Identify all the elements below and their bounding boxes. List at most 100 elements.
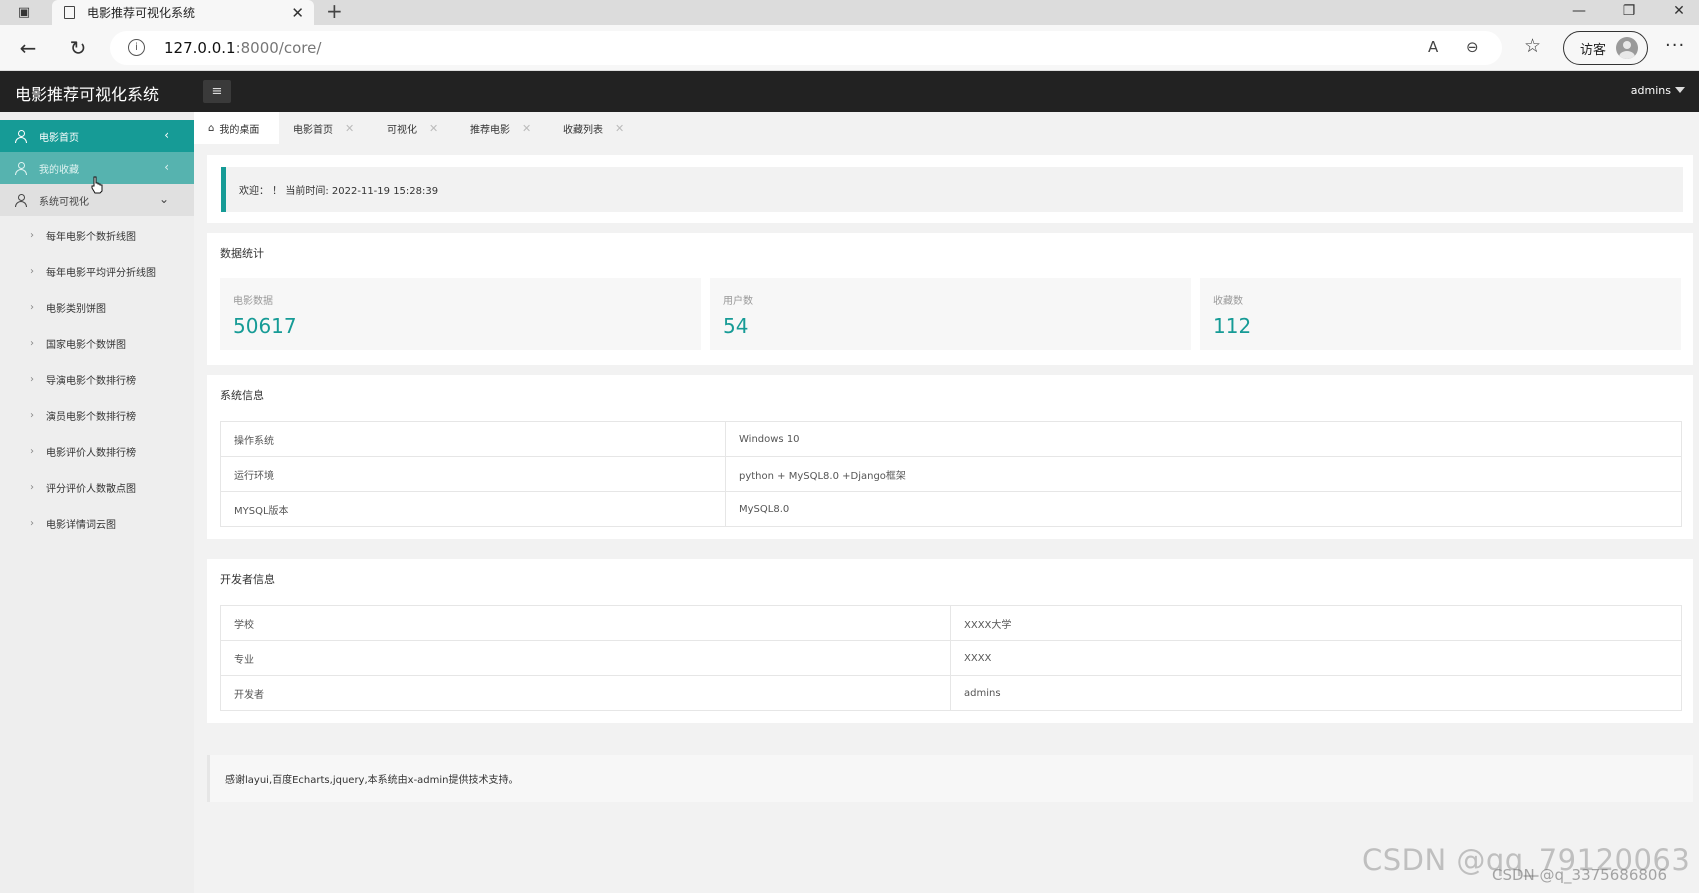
sidebar-subitem-label: 电影类别饼图	[46, 303, 106, 315]
close-window-button[interactable]: ✕	[1656, 0, 1699, 25]
stats-title: 数据统计	[220, 247, 264, 260]
browser-tab-bar: ▣ 电影推荐可视化系统 ✕ + — ❐ ✕	[0, 0, 1699, 25]
new-tab-button[interactable]: +	[326, 0, 343, 25]
sidebar-item-movie-home[interactable]: 电影首页 ‹	[0, 120, 194, 152]
close-icon[interactable]: ✕	[522, 122, 531, 135]
sidebar-subitem[interactable]: › 电影类别饼图	[0, 289, 194, 325]
user-name: admins	[1630, 84, 1671, 97]
sidebar-subitem-label: 电影详情词云图	[46, 519, 116, 531]
read-aloud-icon[interactable]: A	[1428, 38, 1438, 56]
content-tab-bar: ⌂ 我的桌面 电影首页 ✕ 可视化 ✕ 推荐电影 ✕ 收藏列表 ✕	[194, 112, 1699, 144]
system-info-card: 系统信息 操作系统 Windows 10 运行环境 python + MySQL…	[207, 375, 1693, 539]
table-row: 开发者 admins	[220, 675, 1682, 711]
profile-label: 访客	[1580, 42, 1607, 58]
more-options-icon[interactable]: ···	[1665, 35, 1685, 56]
user-icon	[15, 194, 27, 207]
table-cell-value: XXXX	[950, 640, 1682, 676]
sidebar-subitem-label: 每年电影个数折线图	[46, 231, 136, 243]
stat-movies[interactable]: 电影数据 50617	[220, 278, 701, 350]
hand-cursor-icon	[91, 176, 103, 194]
menu-toggle-icon[interactable]: ≡	[203, 80, 231, 103]
tab-favorites-list[interactable]: 收藏列表 ✕	[549, 112, 638, 144]
table-cell-key: 学校	[220, 605, 951, 641]
tab-my-desktop[interactable]: ⌂ 我的桌面	[194, 112, 279, 144]
tab-label: 电影首页	[293, 124, 333, 136]
tab-label: 推荐电影	[470, 124, 510, 136]
sidebar-item-label: 我的收藏	[39, 164, 79, 176]
system-info-table: 操作系统 Windows 10 运行环境 python + MySQL8.0 +…	[220, 421, 1682, 527]
browser-sidebar-icon[interactable]: ▣	[14, 3, 34, 21]
browser-tab[interactable]: 电影推荐可视化系统 ✕	[52, 0, 314, 25]
app-logo[interactable]: 电影推荐可视化系统	[15, 81, 159, 105]
avatar-icon	[1616, 37, 1639, 59]
chevron-right-icon: ›	[30, 409, 34, 421]
chevron-right-icon: ›	[30, 229, 34, 241]
stat-value: 54	[723, 314, 749, 338]
sidebar-subitem[interactable]: › 每年电影个数折线图	[0, 217, 194, 253]
tab-movie-home[interactable]: 电影首页 ✕	[279, 112, 368, 144]
sidebar-subitem-label: 每年电影平均评分折线图	[46, 267, 156, 279]
table-row: 操作系统 Windows 10	[220, 421, 1682, 457]
url-field[interactable]: i 127.0.0.1:8000/core/ A ⊖	[110, 31, 1502, 65]
stat-label: 用户数	[723, 296, 753, 307]
back-arrow-icon[interactable]: ←	[14, 34, 42, 62]
profile-button[interactable]: 访客	[1563, 31, 1648, 65]
close-icon[interactable]: ✕	[615, 122, 624, 135]
chevron-right-icon: ›	[30, 337, 34, 349]
table-cell-key: 专业	[220, 640, 951, 676]
minimize-button[interactable]: —	[1556, 0, 1602, 25]
document-icon	[64, 6, 75, 19]
stat-label: 收藏数	[1213, 296, 1243, 307]
tab-label: 可视化	[387, 124, 417, 136]
sidebar-subitem[interactable]: › 国家电影个数饼图	[0, 325, 194, 361]
tab-recommended[interactable]: 推荐电影 ✕	[456, 112, 545, 144]
table-cell-key: 开发者	[220, 675, 951, 711]
welcome-message: 欢迎： ！ 当前时间: 2022-11-19 15:28:39	[221, 167, 1683, 212]
restore-button[interactable]: ❐	[1606, 0, 1652, 25]
refresh-icon[interactable]: ↻	[64, 34, 92, 62]
table-cell-value: python + MySQL8.0 +Django框架	[725, 456, 1682, 492]
close-icon[interactable]: ✕	[345, 122, 354, 135]
sidebar-subitem-label: 国家电影个数饼图	[46, 339, 126, 351]
stat-value: 50617	[233, 314, 297, 338]
sidebar-subitem[interactable]: › 每年电影平均评分折线图	[0, 253, 194, 289]
stat-favorites[interactable]: 收藏数 112	[1200, 278, 1681, 350]
zoom-icon[interactable]: ⊖	[1466, 38, 1479, 56]
address-bar: ← ↻ i 127.0.0.1:8000/core/ A ⊖ ☆ 访客 ···	[0, 25, 1699, 71]
tab-visualization[interactable]: 可视化 ✕	[373, 112, 452, 144]
stat-users[interactable]: 用户数 54	[710, 278, 1191, 350]
developer-info-title: 开发者信息	[220, 573, 275, 586]
sidebar-subitem[interactable]: › 电影详情词云图	[0, 505, 194, 541]
site-info-icon[interactable]: i	[128, 39, 145, 56]
developer-info-card: 开发者信息 学校 XXXX大学 专业 XXXX 开发者 admins	[207, 559, 1693, 723]
table-row: 专业 XXXX	[220, 640, 1682, 676]
sidebar-subitem[interactable]: › 电影评价人数排行榜	[0, 433, 194, 469]
sidebar-subitem[interactable]: › 演员电影个数排行榜	[0, 397, 194, 433]
home-icon: ⌂	[208, 122, 215, 134]
close-icon[interactable]: ✕	[429, 122, 438, 135]
user-icon	[15, 162, 27, 175]
table-cell-value: admins	[950, 675, 1682, 711]
url-text: 127.0.0.1:8000/core/	[164, 39, 322, 57]
close-tab-icon[interactable]: ✕	[291, 4, 304, 22]
table-cell-value: XXXX大学	[950, 605, 1682, 641]
stats-card: 数据统计 电影数据 50617 用户数 54 收藏数 112	[207, 233, 1693, 365]
sidebar-subitem[interactable]: › 导演电影个数排行榜	[0, 361, 194, 397]
chevron-left-icon: ‹	[164, 160, 169, 174]
favorites-star-icon[interactable]: ☆	[1524, 35, 1541, 57]
watermark-secondary: CSDN @q_3375686806	[1492, 866, 1667, 884]
chevron-right-icon: ›	[30, 265, 34, 277]
table-row: MYSQL版本 MySQL8.0	[220, 491, 1682, 527]
sidebar-subitem-label: 演员电影个数排行榜	[46, 411, 136, 423]
table-row: 运行环境 python + MySQL8.0 +Django框架	[220, 456, 1682, 492]
sidebar-subitem[interactable]: › 评分评价人数散点图	[0, 469, 194, 505]
stat-value: 112	[1213, 314, 1252, 338]
browser-tab-title: 电影推荐可视化系统	[87, 6, 196, 20]
table-cell-key: MYSQL版本	[220, 491, 726, 527]
chevron-left-icon: ‹	[164, 128, 169, 142]
tab-label: 我的桌面	[219, 124, 260, 136]
system-info-title: 系统信息	[220, 389, 264, 402]
user-menu[interactable]: admins	[1631, 84, 1685, 97]
table-cell-value: MySQL8.0	[725, 491, 1682, 527]
developer-info-table: 学校 XXXX大学 专业 XXXX 开发者 admins	[220, 605, 1682, 711]
